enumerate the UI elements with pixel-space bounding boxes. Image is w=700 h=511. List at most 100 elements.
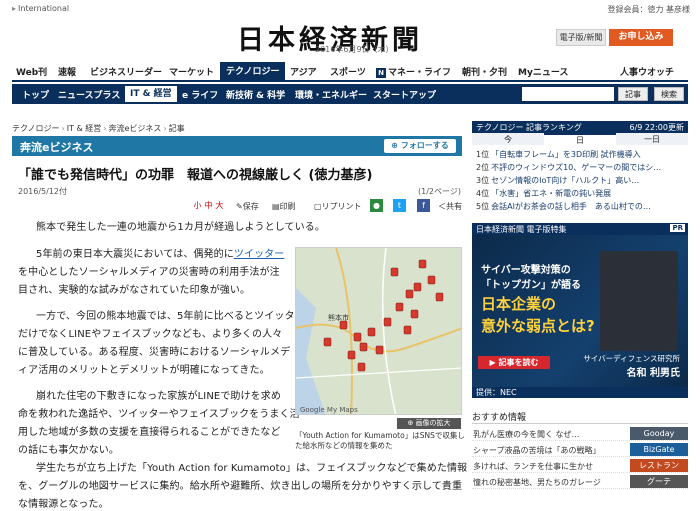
paragraph: 目され、実験的な試みがなされていた印象が強い。 — [18, 285, 251, 296]
image-zoom-button[interactable]: ⊕ 画像の拡大 — [397, 418, 461, 429]
ranking-title[interactable]: テクノロジー 記事ランキング — [476, 122, 582, 133]
share-icon: ＜ — [438, 202, 446, 211]
recommend-tag: Gooday — [630, 427, 688, 440]
recommend-item[interactable]: シャープ液晶の苦境は「あの戦略」 BizGate — [472, 442, 688, 457]
follow-button[interactable]: ⊕ フォローする — [384, 139, 456, 153]
nav-sports[interactable]: スポーツ — [330, 65, 366, 78]
paragraph: の話にも事欠かない。 — [18, 445, 119, 456]
share-button[interactable]: ＜共有 — [438, 201, 462, 212]
tab-hi[interactable]: 日 — [544, 133, 616, 145]
breadcrumb-it-keiei[interactable]: IT & 経営 — [67, 124, 102, 133]
font-size-selector: 小中大 — [192, 200, 228, 212]
breadcrumb-article: 記事 — [168, 124, 185, 133]
digital-edition-button[interactable]: 電子版/新聞 — [556, 29, 606, 46]
breadcrumb-separator: › — [103, 124, 107, 133]
arrow-icon: ▸ — [12, 4, 17, 13]
speaker-name: 名和 利男氏 — [626, 368, 680, 379]
ad-line: サイバー攻撃対策の — [481, 265, 571, 276]
recommend-tag: レストラン — [630, 459, 688, 472]
nav-chokan-yukan[interactable]: 朝刊・夕刊 — [462, 65, 507, 78]
speaker-photo — [600, 251, 678, 351]
font-medium-button[interactable]: 中 — [203, 200, 214, 211]
search-input[interactable] — [522, 87, 614, 101]
issue-date: 2016年6月9日（木） — [315, 45, 394, 54]
recommend-item[interactable]: 憧れの秘密基地、男たちのガレージ グーテ — [472, 474, 688, 489]
pin-icon: ✎ — [236, 202, 243, 211]
paragraph: だけでなくLINEやフェイスブックなども、より多くの人々 — [18, 329, 283, 340]
breadcrumb-technology[interactable]: テクノロジー — [12, 124, 60, 133]
ranking-item[interactable]: 3位 セゾン情報のIoT向け「ハルクト」高い… — [476, 175, 686, 186]
nav-web[interactable]: Web刊 — [16, 65, 47, 78]
map-caption: 「Youth Action for Kumamoto」はSNSで収集した給水所な… — [295, 431, 465, 450]
paragraph: 5年前の東日本大震災においては、偶発的にツイッター — [36, 249, 285, 260]
recommend-item[interactable]: 乳がん医療の今を聞く なぜ… Gooday — [472, 426, 688, 441]
nav-sokuho[interactable]: 速報 — [58, 65, 76, 78]
nav-business-leader[interactable]: ビジネスリーダー — [90, 65, 162, 78]
paragraph: 一方で、今回の熊本地震では、5年前に比べるとツイッター — [36, 311, 305, 322]
ad-headline: 意外な弱点とは? — [481, 317, 595, 335]
ranking-item[interactable]: 5位 会話AIがお茶会の話し相手 ある山村での… — [476, 201, 686, 212]
paragraph: に普及している。ある程度、災害時におけるソーシャルメデ — [18, 347, 291, 358]
subnav-environment[interactable]: 環境・エネルギー — [295, 88, 367, 101]
svg-text:熊本市: 熊本市 — [328, 313, 349, 322]
subnav-top[interactable]: トップ — [22, 88, 49, 101]
nav-market[interactable]: マーケット — [169, 65, 214, 78]
sub-nav: トップ ニュースプラス IT & 経営 e ライフ 新技術 & 科学 環境・エネ… — [12, 84, 688, 104]
twitter-link[interactable]: ツイッター — [234, 249, 285, 260]
facebook-icon[interactable]: f — [417, 199, 430, 212]
subnav-startup[interactable]: スタートアップ — [373, 88, 436, 101]
paragraph: 用した地域が多数の支援を直接得られることができたなど — [18, 427, 281, 438]
font-large-button[interactable]: 大 — [214, 200, 225, 211]
recommend-item[interactable]: 多ければ、ランチを仕事に生かせ レストラン — [472, 458, 688, 473]
nav-technology[interactable]: テクノロジー — [220, 62, 286, 82]
map-image[interactable]: 熊本市 Google My Maps — [295, 247, 462, 415]
paragraph: 命を救われた逸話や、ツイッターやフェイスブックをうまく活 — [18, 409, 300, 420]
international-link[interactable]: ▸ International — [12, 4, 69, 13]
paragraph: 熊本で発生した一連の地震から1カ月が経過しようとしている。 — [36, 222, 325, 233]
feature-ad[interactable]: サイバー攻撃対策の 「トップガン」が語る 日本企業の 意外な弱点とは? ▶ 記事… — [472, 235, 688, 387]
print-button[interactable]: ▤印刷 — [272, 201, 296, 212]
subnav-it-keiei[interactable]: IT & 経営 — [125, 86, 177, 102]
ranking-item[interactable]: 2位 不評のウィンドウズ10、ゲーマーの間ではシ… — [476, 162, 686, 173]
subnav-news-plus[interactable]: ニュースプラス — [58, 88, 120, 101]
nav-asia[interactable]: アジア — [290, 65, 317, 78]
read-article-button[interactable]: ▶ 記事を読む — [478, 356, 550, 369]
reprint-icon: ▢ — [314, 202, 322, 211]
breadcrumb-honryu[interactable]: 奔流eビジネス — [109, 124, 162, 133]
paragraph: を中心としたソーシャルメディアの災害時の利用手法が注 — [18, 267, 280, 278]
search-article-button[interactable]: 記事 — [618, 87, 648, 101]
recommend-header: おすすめ情報 — [472, 410, 688, 424]
section-title[interactable]: 奔流eビジネス — [20, 139, 93, 155]
ranking-time: 6/9 22:00更新 — [629, 123, 684, 132]
paragraph: な情報源となった。 — [18, 499, 109, 510]
print-icon: ▤ — [272, 202, 280, 211]
ranking-item[interactable]: 4位 「水害」省エネ・新電の鈍い発展 — [476, 188, 686, 199]
subnav-new-tech[interactable]: 新技術 & 科学 — [226, 88, 285, 101]
map-graphic: 熊本市 Google My Maps — [296, 248, 461, 414]
tab-ima[interactable]: 今 — [472, 134, 544, 145]
search-button[interactable]: 検索 — [654, 87, 684, 101]
member-name[interactable]: 登録会員：徳力 基彦様 — [607, 4, 690, 15]
apply-button[interactable]: お申し込み — [609, 29, 673, 46]
font-small-button[interactable]: 小 — [192, 200, 203, 211]
section-header: 奔流eビジネス ⊕ フォローする — [12, 136, 462, 156]
nav-jinji-watch[interactable]: 人事ウオッチ — [620, 65, 674, 78]
n-logo-icon: N — [376, 68, 386, 78]
feature-title: 日本経済新聞 電子版特集 — [476, 225, 567, 234]
nav-money-life[interactable]: N マネー・ライフ — [376, 65, 451, 78]
main-nav: Web刊 速報 ビジネスリーダー マーケット テクノロジー アジア スポーツ N… — [12, 62, 688, 82]
reprint-button[interactable]: ▢リプリント — [314, 201, 362, 212]
ranking-header: テクノロジー 記事ランキング 6/9 22:00更新 — [472, 121, 688, 133]
subnav-e-life[interactable]: e ライフ — [182, 88, 218, 101]
nav-my-news[interactable]: Myニュース — [518, 65, 568, 78]
paragraph: 崩れた住宅の下敷きになった家族がLINEで助けを求め — [36, 391, 281, 402]
recommend-tag: グーテ — [630, 475, 688, 488]
tab-ichinichi[interactable]: 一日 — [616, 134, 688, 145]
ranking-item[interactable]: 1位 「自転車フレーム」を3D印刷 試作機導入 — [476, 149, 686, 160]
twitter-icon[interactable]: t — [393, 199, 406, 212]
evernote-icon[interactable]: ● — [370, 199, 383, 212]
pr-badge: PR — [670, 224, 685, 232]
save-button[interactable]: ✎保存 — [236, 201, 259, 212]
ad-headline: 日本企業の — [481, 295, 557, 313]
ad-line: 「トップガン」が語る — [481, 280, 581, 291]
